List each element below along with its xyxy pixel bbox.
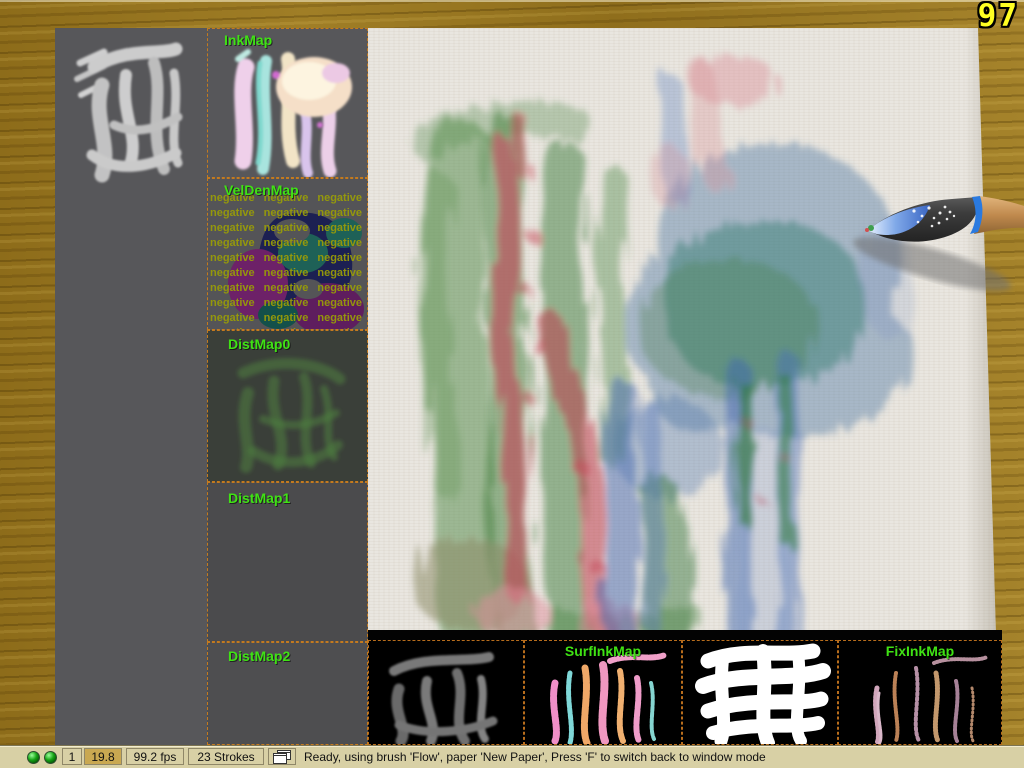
distmap2-panel: DistMap2	[207, 642, 368, 745]
distmap0-label: DistMap0	[228, 336, 290, 352]
inkmap-panel: InkMap	[207, 28, 368, 178]
status-stroke-count: 23 Strokes	[188, 748, 264, 765]
paintbrush-cursor	[844, 186, 1024, 298]
fps-digits-overlay: 97	[978, 0, 1019, 34]
surfinkmap-panel: SurfInkMap	[524, 640, 682, 745]
veldenmap-negative-text: negative negative negative negative nega…	[208, 191, 367, 330]
veldenmap-panel: VelDenMap negative negative negative neg…	[207, 178, 368, 330]
inkmap-label: InkMap	[224, 32, 272, 48]
wetmask-thumbnail	[682, 640, 838, 745]
fixinkmap-panel: FixInkMap	[838, 640, 1002, 745]
status-timing-value: 19.8	[84, 748, 122, 765]
watercolor-painting	[368, 28, 996, 640]
surfinkmap-label: SurfInkMap	[525, 643, 681, 659]
inkmap-thumbnail	[208, 29, 367, 177]
distmap1-label: DistMap1	[228, 490, 290, 506]
status-led-icon	[27, 751, 40, 764]
painting-canvas[interactable]	[368, 28, 996, 635]
distmap0-thumbnail	[208, 331, 367, 481]
distmap0-panel: DistMap0	[207, 330, 368, 482]
window-mode-icon	[268, 748, 296, 765]
distmap1-panel: DistMap1	[207, 482, 368, 642]
status-fps: 99.2 fps	[126, 748, 184, 765]
stroke-mask-thumbnail	[70, 33, 198, 193]
depth-mask-thumbnail	[368, 640, 524, 745]
paint-app-screen: 97 InkMap	[0, 0, 1024, 768]
veldenmap-label: VelDenMap	[224, 182, 299, 198]
fixinkmap-label: FixInkMap	[839, 643, 1001, 659]
status-message: Ready, using brush 'Flow', paper 'New Pa…	[304, 750, 766, 764]
distmap2-label: DistMap2	[228, 648, 290, 664]
status-counter: 1	[62, 748, 82, 765]
status-led-icon	[44, 751, 57, 764]
